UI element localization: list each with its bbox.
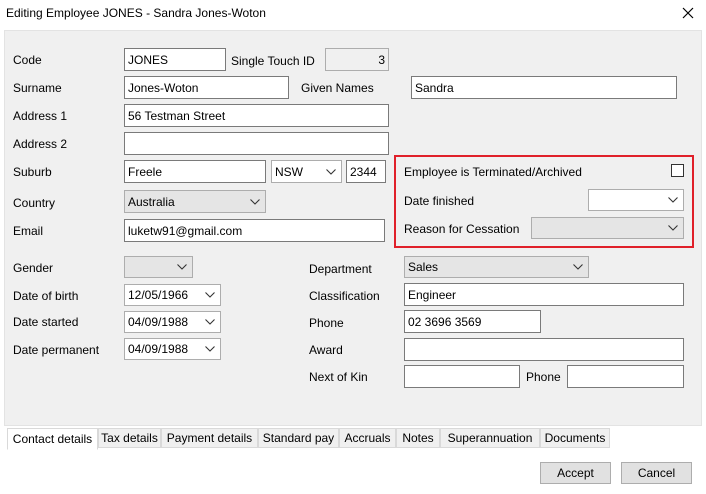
reason-select[interactable] [531, 217, 684, 239]
suburb-field[interactable]: Freele [124, 160, 266, 183]
gender-label: Gender [13, 261, 54, 275]
award-label: Award [309, 343, 343, 357]
phone-label: Phone [309, 316, 344, 330]
code-field[interactable]: JONES [124, 48, 226, 71]
suburb-label: Suburb [13, 165, 52, 179]
chevron-down-icon [324, 165, 338, 179]
date-permanent-picker[interactable]: 04/09/1988 [124, 338, 221, 360]
dob-label: Date of birth [13, 289, 79, 303]
email-label: Email [13, 224, 44, 238]
terminated-label: Employee is Terminated/Archived [404, 165, 582, 179]
terminated-checkbox[interactable] [671, 164, 684, 177]
chevron-down-icon [571, 260, 585, 274]
department-select[interactable]: Sales [404, 256, 589, 278]
tab-notes[interactable]: Notes [396, 428, 440, 448]
department-value: Sales [408, 260, 439, 274]
address2-label: Address 2 [13, 137, 68, 151]
state-select[interactable]: NSW [271, 160, 342, 183]
surname-label: Surname [13, 81, 62, 95]
given-names-field[interactable]: Sandra [411, 76, 677, 99]
accept-button[interactable]: Accept [540, 462, 611, 484]
department-label: Department [309, 262, 372, 276]
gender-select[interactable] [124, 256, 193, 278]
tab-tax-details[interactable]: Tax details [98, 428, 161, 448]
phone-field[interactable]: 02 3696 3569 [404, 310, 541, 333]
dob-picker[interactable]: 12/05/1966 [124, 284, 221, 306]
email-field[interactable]: luketw91@gmail.com [124, 219, 385, 242]
country-label: Country [13, 196, 56, 210]
tab-accruals[interactable]: Accruals [339, 428, 396, 448]
chevron-down-icon [203, 288, 217, 302]
next-of-kin-field[interactable] [404, 365, 520, 388]
country-value: Australia [128, 194, 175, 209]
given-names-label: Given Names [301, 81, 374, 95]
chevron-down-icon [203, 315, 217, 329]
tab-superannuation[interactable]: Superannuation [440, 428, 540, 448]
chevron-down-icon [203, 342, 217, 356]
state-value: NSW [275, 164, 303, 179]
postcode-field[interactable]: 2344 [346, 160, 386, 183]
tab-contact-details[interactable]: Contact details [7, 428, 98, 450]
country-select[interactable]: Australia [124, 190, 266, 213]
date-permanent-label: Date permanent [13, 343, 100, 357]
address1-field[interactable]: 56 Testman Street [124, 104, 389, 127]
classification-label: Classification [309, 289, 380, 303]
address1-label: Address 1 [13, 109, 68, 123]
chevron-down-icon [175, 260, 189, 274]
surname-field[interactable]: Jones-Woton [124, 76, 289, 99]
tab-documents[interactable]: Documents [540, 428, 610, 448]
chevron-down-icon [248, 195, 262, 209]
chevron-down-icon [666, 193, 680, 207]
address2-field[interactable] [124, 132, 389, 155]
date-finished-label: Date finished [404, 194, 475, 208]
date-permanent-value: 04/09/1988 [128, 342, 189, 356]
tab-payment-details[interactable]: Payment details [161, 428, 258, 448]
next-of-kin-label: Next of Kin [309, 370, 368, 384]
single-touch-label: Single Touch ID [231, 54, 315, 68]
date-started-picker[interactable]: 04/09/1988 [124, 311, 221, 333]
reason-label: Reason for Cessation [404, 222, 520, 236]
cancel-button[interactable]: Cancel [621, 462, 692, 484]
chevron-down-icon [666, 221, 680, 235]
date-started-label: Date started [13, 315, 79, 329]
single-touch-field: 3 [325, 48, 389, 71]
date-started-value: 04/09/1988 [128, 315, 189, 329]
window-title: Editing Employee JONES - Sandra Jones-Wo… [6, 6, 266, 20]
tab-standard-pay[interactable]: Standard pay [258, 428, 339, 448]
award-field[interactable] [404, 338, 684, 361]
close-icon[interactable] [676, 3, 700, 23]
classification-field[interactable]: Engineer [404, 283, 684, 306]
kin-phone-label: Phone [526, 370, 561, 384]
kin-phone-field[interactable] [567, 365, 684, 388]
code-label: Code [13, 53, 42, 67]
dob-value: 12/05/1966 [128, 288, 189, 302]
date-finished-picker[interactable] [588, 189, 684, 211]
